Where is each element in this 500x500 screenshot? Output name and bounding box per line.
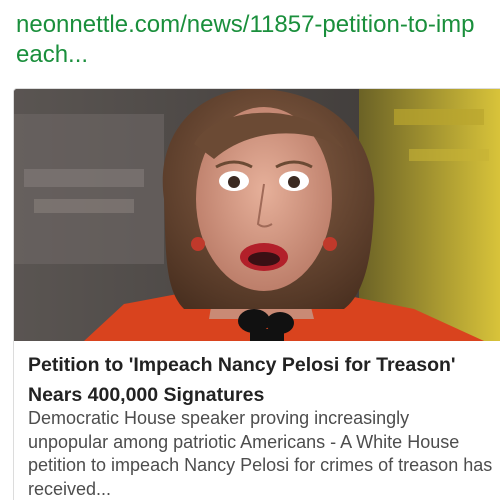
link-preview-screen: neonnettle.com/news/11857-petition-to-im… [0,0,500,500]
article-snippet: Democratic House speaker proving increas… [28,408,493,499]
link-preview-card[interactable]: Petition to 'Impeach Nancy Pelosi for Tr… [13,88,500,500]
article-thumbnail-image [14,89,500,341]
article-url-link[interactable]: neonnettle.com/news/11857-petition-to-im… [16,10,486,70]
article-headline[interactable]: Petition to 'Impeach Nancy Pelosi for Tr… [28,350,494,410]
